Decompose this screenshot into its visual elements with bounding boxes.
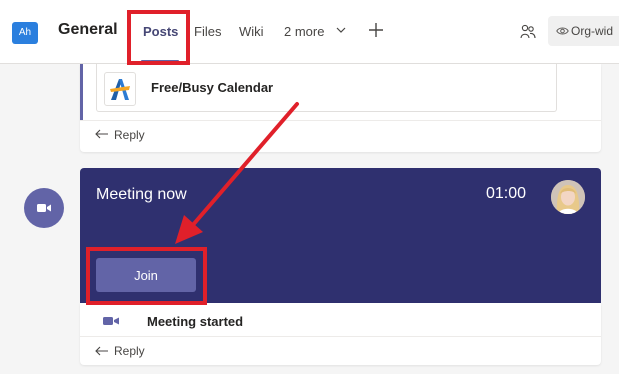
reply-icon[interactable] [95,129,109,139]
people-icon[interactable] [520,23,536,39]
reply-button[interactable]: Reply [114,128,145,142]
calendar-app-icon [110,79,130,100]
divider [80,120,601,121]
meeting-title: Meeting now [96,186,187,203]
highlight-box-join [86,247,207,305]
team-avatar[interactable]: Ah [12,22,38,44]
divider [80,336,601,337]
tab-wiki[interactable]: Wiki [239,24,264,39]
tab-files[interactable]: Files [194,24,221,39]
reply-button[interactable]: Reply [114,344,145,358]
meeting-footer [80,303,601,365]
org-wide-label: Org-wid [571,24,614,38]
meeting-timer: 01:00 [486,185,527,202]
tab-more[interactable]: 2 more [284,24,324,39]
avatar[interactable] [551,180,585,214]
app-card-title: Free/Busy Calendar [151,80,274,95]
highlight-box-posts [127,10,190,65]
participant-photo [551,180,585,214]
post-accent-bar [80,64,83,120]
plus-icon[interactable] [368,22,384,38]
chevron-down-icon[interactable] [336,25,346,35]
video-camera-icon [37,204,51,212]
meeting-icon-badge [24,188,64,228]
eye-icon [556,27,569,35]
video-camera-icon [103,317,119,325]
meeting-status: Meeting started [147,314,244,329]
reply-icon[interactable] [95,346,109,356]
channel-name: General [58,21,118,38]
